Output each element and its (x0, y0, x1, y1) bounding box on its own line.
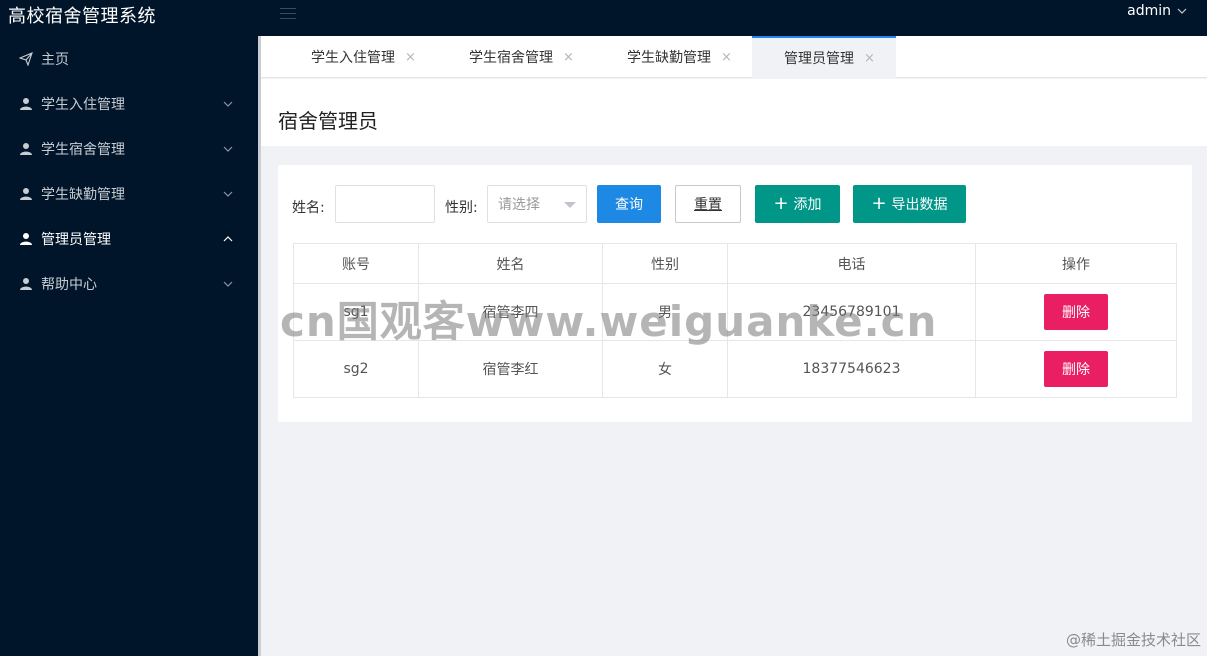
tab-checkin[interactable]: 学生入住管理 × (311, 36, 416, 78)
tab-dorm[interactable]: 学生宿舍管理 × (469, 36, 574, 78)
column-header-phone: 电话 (727, 243, 976, 284)
tabs-bar: 学生入住管理 × 学生宿舍管理 × 学生缺勤管理 × 管理员管理 × (261, 36, 1207, 78)
add-button[interactable]: + 添加 (755, 185, 840, 223)
chevron-down-icon (223, 191, 233, 197)
column-header-action: 操作 (975, 243, 1177, 284)
cell-action: 删除 (975, 340, 1177, 398)
watermark-overlay: cn国观客www.weiguanke.cn (280, 297, 938, 346)
plus-icon: + (773, 193, 789, 214)
user-icon (19, 187, 33, 201)
sidebar-item-help[interactable]: 帮助中心 (0, 261, 258, 306)
user-icon (19, 232, 33, 246)
watermark-corner: @稀土掘金技术社区 (1065, 631, 1201, 649)
page-header: 宿舍管理员 (261, 79, 1207, 146)
cell-phone: 18377546623 (727, 340, 976, 398)
close-icon[interactable]: × (563, 50, 574, 65)
reset-button[interactable]: 重置 (675, 185, 741, 223)
tab-label: 学生缺勤管理 (627, 50, 711, 66)
table-header-row: 账号 姓名 性别 电话 操作 (293, 243, 1177, 284)
sidebar-item-label: 帮助中心 (41, 276, 97, 293)
column-header-account: 账号 (293, 243, 419, 284)
sidebar-item-checkin[interactable]: 学生入住管理 (0, 81, 258, 126)
caret-down-icon (564, 202, 576, 208)
gender-select-placeholder: 请选择 (498, 197, 540, 213)
user-icon (19, 97, 33, 111)
tab-label: 学生入住管理 (311, 50, 395, 66)
sidebar-item-label: 学生宿舍管理 (41, 141, 125, 158)
chevron-up-icon (223, 236, 233, 242)
cell-action: 删除 (975, 283, 1177, 341)
tab-label: 管理员管理 (784, 51, 854, 67)
chevron-down-icon (1177, 8, 1187, 14)
sidebar-item-admin[interactable]: 管理员管理 (0, 216, 258, 261)
tab-absence[interactable]: 学生缺勤管理 × (627, 36, 732, 78)
column-header-gender: 性别 (602, 243, 728, 284)
paper-plane-icon (19, 51, 33, 66)
query-button[interactable]: 查询 (597, 185, 661, 223)
sidebar-item-label: 学生入住管理 (41, 96, 125, 113)
menu-toggle-icon[interactable] (280, 4, 296, 20)
tab-admin[interactable]: 管理员管理 × (752, 36, 896, 78)
user-icon (19, 277, 33, 291)
sidebar-item-dorm[interactable]: 学生宿舍管理 (0, 126, 258, 171)
column-header-name: 姓名 (418, 243, 603, 284)
export-button[interactable]: + 导出数据 (853, 185, 966, 223)
chevron-down-icon (223, 146, 233, 152)
delete-button[interactable]: 删除 (1044, 294, 1108, 330)
user-icon (19, 142, 33, 156)
chevron-down-icon (223, 281, 233, 287)
sidebar: 主页 学生入住管理 学生宿舍管理 学生缺勤管理 管理员管理 帮助中心 (0, 36, 258, 656)
name-input[interactable] (335, 185, 435, 223)
sidebar-item-absence[interactable]: 学生缺勤管理 (0, 171, 258, 216)
gender-label: 性别: (445, 200, 478, 216)
name-label: 姓名: (292, 200, 325, 216)
gender-select[interactable]: 请选择 (487, 185, 587, 223)
delete-button[interactable]: 删除 (1044, 351, 1108, 387)
top-bar: 高校宿舍管理系统 admin (0, 0, 1207, 36)
user-name: admin (1127, 3, 1171, 19)
close-icon[interactable]: × (405, 50, 416, 65)
cell-account: sg2 (293, 340, 419, 398)
sidebar-item-label: 主页 (41, 51, 69, 68)
add-button-label: 添加 (793, 197, 822, 213)
cell-gender: 女 (602, 340, 728, 398)
page-title: 宿舍管理员 (278, 109, 378, 133)
app-title: 高校宿舍管理系统 (8, 6, 156, 27)
sidebar-item-home[interactable]: 主页 (0, 36, 258, 81)
table-row: sg2 宿管李红 女 18377546623 删除 (293, 340, 1177, 398)
user-menu[interactable]: admin (1127, 3, 1187, 19)
chevron-down-icon (223, 101, 233, 107)
tab-label: 学生宿舍管理 (469, 50, 553, 66)
sidebar-item-label: 学生缺勤管理 (41, 186, 125, 203)
export-button-label: 导出数据 (891, 197, 948, 213)
cell-name: 宿管李红 (418, 340, 603, 398)
close-icon[interactable]: × (721, 50, 732, 65)
plus-icon: + (871, 193, 887, 214)
sidebar-item-label: 管理员管理 (41, 231, 111, 248)
close-icon[interactable]: × (864, 51, 875, 66)
